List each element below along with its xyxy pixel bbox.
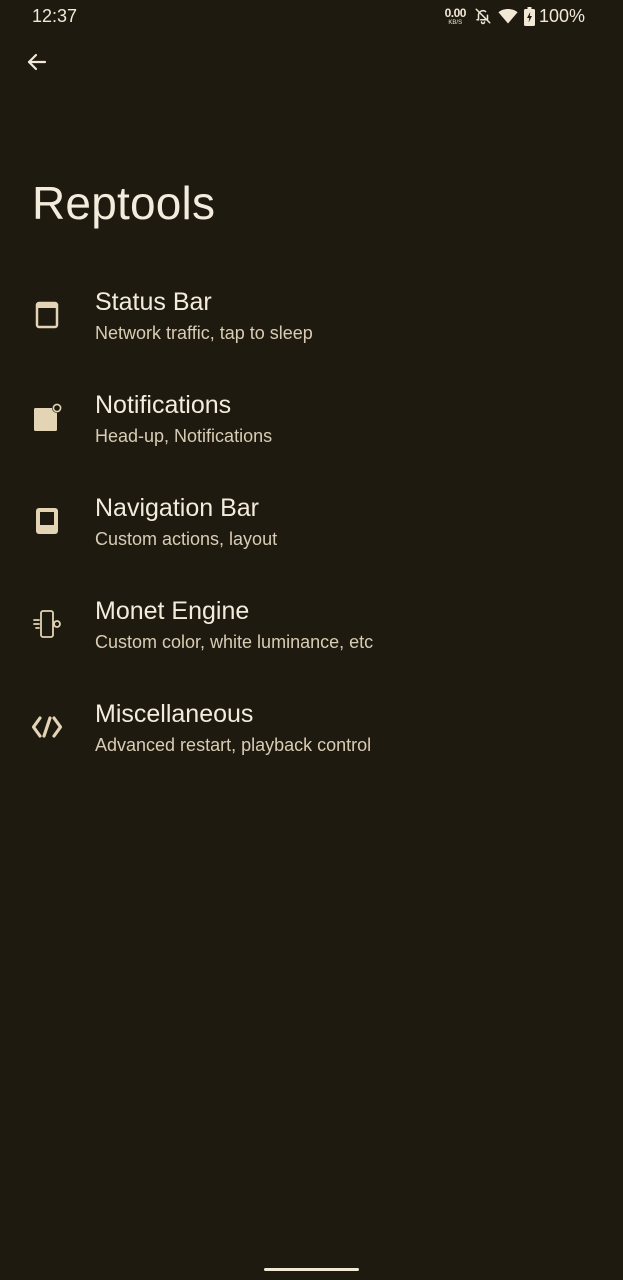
settings-item-title: Status Bar (95, 288, 212, 316)
status-bar-icon (31, 299, 63, 331)
settings-item-miscellaneous[interactable]: Miscellaneous Advanced restart, playback… (0, 678, 623, 781)
status-icons: 0.00 KB/S 100% (445, 5, 585, 27)
arrow-left-icon (25, 50, 49, 79)
settings-item-status-bar[interactable]: Status Bar Network traffic, tap to sleep (0, 266, 623, 369)
settings-item-subtitle: Custom actions, layout (95, 529, 278, 549)
net-speed-indicator: 0.00 KB/S (444, 5, 467, 26)
settings-item-subtitle: Head-up, Notifications (95, 426, 273, 446)
settings-list: Status Bar Network traffic, tap to sleep… (0, 266, 623, 781)
page-title: Reptools (32, 177, 216, 229)
home-indicator[interactable] (264, 1268, 359, 1271)
navigation-bar-icon (31, 505, 63, 537)
status-time: 12:37 (32, 6, 78, 26)
battery-icon (523, 6, 535, 26)
code-icon (31, 711, 63, 743)
settings-item-subtitle: Custom color, white luminance, etc (95, 632, 374, 652)
settings-item-navigation-bar[interactable]: Navigation Bar Custom actions, layout (0, 472, 623, 575)
settings-item-subtitle: Advanced restart, playback control (95, 735, 372, 755)
back-button[interactable] (17, 44, 57, 84)
monet-engine-icon (31, 608, 63, 640)
net-speed-value: 0.00 (444, 5, 467, 20)
bell-off-icon (474, 7, 492, 25)
settings-item-title: Notifications (95, 391, 232, 419)
settings-item-title: Monet Engine (95, 597, 250, 625)
net-speed-unit: KB/S (448, 19, 463, 26)
notifications-icon (31, 402, 63, 434)
settings-item-notifications[interactable]: Notifications Head-up, Notifications (0, 369, 623, 472)
battery-percent: 100% (538, 5, 585, 26)
status-bar: 12:37 0.00 KB/S 100% (0, 0, 623, 34)
wifi-icon (498, 7, 518, 25)
settings-item-monet-engine[interactable]: Monet Engine Custom color, white luminan… (0, 575, 623, 678)
settings-item-title: Miscellaneous (95, 700, 254, 728)
settings-item-subtitle: Network traffic, tap to sleep (95, 323, 313, 343)
settings-item-title: Navigation Bar (95, 494, 259, 522)
